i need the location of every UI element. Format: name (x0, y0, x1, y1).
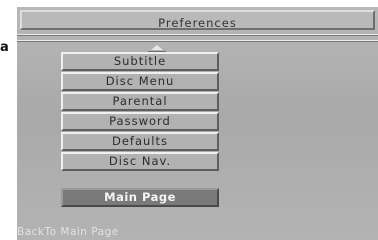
main-page-button[interactable]: Main Page (61, 188, 219, 207)
page-marker-letter: a (0, 40, 9, 55)
header-divider (17, 34, 378, 36)
menu-item-defaults[interactable]: Defaults (61, 132, 219, 151)
menu-item-subtitle[interactable]: Subtitle (61, 52, 219, 71)
preferences-menu: Subtitle Disc Menu Parental Password Def… (61, 52, 219, 172)
menu-item-parental[interactable]: Parental (61, 92, 219, 111)
title-bar: Preferences (20, 10, 375, 30)
menu-item-password[interactable]: Password (61, 112, 219, 131)
up-arrow-icon[interactable] (151, 45, 163, 50)
header-divider-secondary (17, 40, 378, 42)
preferences-screen: Preferences Subtitle Disc Menu Parental … (17, 7, 378, 240)
window-title: Preferences (158, 16, 237, 30)
menu-item-disc-nav[interactable]: Disc Nav. (61, 152, 219, 171)
navigation-hint: BackTo Main Page (17, 226, 119, 238)
menu-item-disc-menu[interactable]: Disc Menu (61, 72, 219, 91)
